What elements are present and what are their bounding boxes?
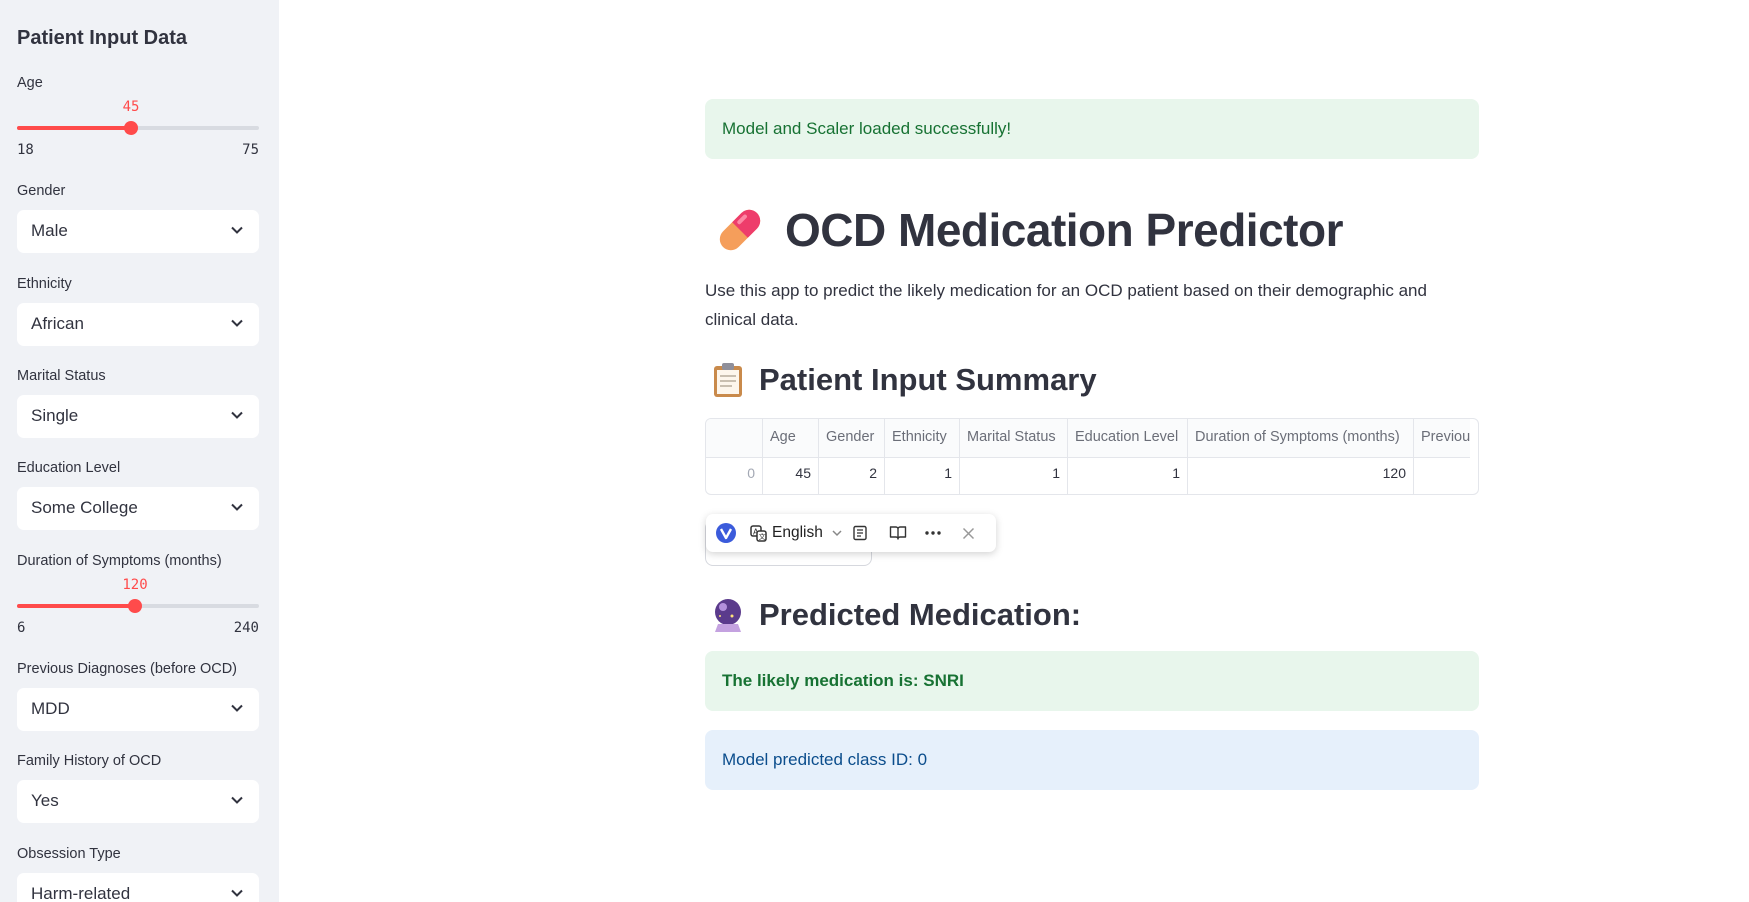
education-level-label: Education Level xyxy=(17,460,121,476)
age-slider-max: 75 xyxy=(242,142,259,158)
summary-heading: Patient Input Summary xyxy=(711,362,1097,398)
duration-label: Duration of Symptoms (months) xyxy=(17,553,222,569)
previous-diagnoses-label: Previous Diagnoses (before OCD) xyxy=(17,661,238,677)
family-history-label: Family History of OCD xyxy=(17,753,162,769)
marital-status-select[interactable]: Single xyxy=(17,395,259,438)
table-cell: 45 xyxy=(795,465,811,481)
table-header: Age xyxy=(770,429,796,445)
svg-text:文: 文 xyxy=(759,532,766,541)
education-level-value: Some College xyxy=(31,498,138,517)
age-slider[interactable]: 45 18 75 xyxy=(17,99,259,159)
table-cell: 1 xyxy=(1052,465,1060,481)
chevron-down-icon xyxy=(231,704,243,712)
book-icon[interactable] xyxy=(889,514,907,552)
row-index: 0 xyxy=(747,465,755,481)
class-id-alert: Model predicted class ID: 0 xyxy=(705,730,1479,790)
sidebar: Patient Input Data Age 45 18 75 Gender M… xyxy=(0,0,279,902)
chevron-down-icon xyxy=(231,319,243,327)
chevron-down-icon xyxy=(231,796,243,804)
pill-icon xyxy=(719,209,761,251)
duration-slider[interactable]: 120 6 240 xyxy=(17,577,259,637)
page-title-text: OCD Medication Predictor xyxy=(785,204,1343,256)
prediction-heading: Predicted Medication: xyxy=(711,597,1081,633)
duration-slider-fill xyxy=(17,604,135,608)
previous-diagnoses-value: MDD xyxy=(31,699,70,718)
duration-slider-max: 240 xyxy=(233,620,259,636)
gender-select[interactable]: Male xyxy=(17,210,259,253)
chevron-down-icon xyxy=(231,889,243,897)
chevron-down-icon xyxy=(231,411,243,419)
table-header: Duration of Symptoms (months) xyxy=(1195,429,1400,445)
language-selector[interactable]: A文 English xyxy=(750,514,843,552)
duration-slider-thumb[interactable] xyxy=(128,599,142,613)
duration-slider-value: 120 xyxy=(122,577,148,593)
summary-heading-text: Patient Input Summary xyxy=(759,362,1097,397)
load-success-alert: Model and Scaler loaded successfully! xyxy=(705,99,1479,159)
translator-logo-icon[interactable] xyxy=(715,514,737,552)
marital-status-value: Single xyxy=(31,406,79,425)
language-label: English xyxy=(772,524,823,541)
more-icon[interactable] xyxy=(925,514,941,552)
age-slider-thumb[interactable] xyxy=(124,121,138,135)
close-icon[interactable] xyxy=(962,514,975,552)
age-slider-min: 18 xyxy=(17,142,34,158)
table-cell: 120 xyxy=(1382,465,1406,481)
main-content: Model and Scaler loaded successfully! OC… xyxy=(279,0,1749,902)
sidebar-title: Patient Input Data xyxy=(17,27,188,49)
prediction-result-alert: The likely medication is: SNRI xyxy=(705,651,1479,711)
prediction-heading-text: Predicted Medication: xyxy=(759,597,1082,632)
obsession-type-select[interactable]: Harm-related xyxy=(17,873,259,902)
chevron-down-icon xyxy=(231,503,243,511)
table-header: Gender xyxy=(826,429,875,445)
ethnicity-value: African xyxy=(31,314,84,333)
marital-status-label: Marital Status xyxy=(17,368,106,384)
page-description: Use this app to predict the likely medic… xyxy=(705,281,1427,329)
table-header: Education Level xyxy=(1075,429,1179,445)
education-level-select[interactable]: Some College xyxy=(17,487,259,530)
table-cell: 1 xyxy=(1172,465,1180,481)
obsession-type-value: Harm-related xyxy=(31,884,131,902)
obsession-type-label: Obsession Type xyxy=(17,846,121,862)
ethnicity-label: Ethnicity xyxy=(17,276,72,292)
table-header: Ethnicity xyxy=(892,429,947,445)
clipboard-icon xyxy=(714,363,742,397)
table-header: Previous xyxy=(1421,429,1470,445)
chevron-down-icon xyxy=(832,530,842,537)
previous-diagnoses-select[interactable]: MDD xyxy=(17,688,259,731)
family-history-select[interactable]: Yes xyxy=(17,780,259,823)
translate-toolbar[interactable]: A文 English xyxy=(706,514,996,552)
gender-value: Male xyxy=(31,221,68,240)
age-label: Age xyxy=(17,75,43,91)
table-header: Marital Status xyxy=(967,429,1056,445)
duration-slider-min: 6 xyxy=(17,620,26,636)
age-slider-value: 45 xyxy=(122,99,140,115)
gender-label: Gender xyxy=(17,183,66,199)
chevron-down-icon xyxy=(231,226,243,234)
age-slider-fill xyxy=(17,126,131,130)
page-icon[interactable] xyxy=(852,514,868,552)
table-cell: 1 xyxy=(944,465,952,481)
table-cell: 2 xyxy=(869,465,877,481)
page-title: OCD Medication Predictor xyxy=(713,200,1343,260)
input-summary-table[interactable]: 0 Age 45 Gender 2 Ethnicity 1 Marital St… xyxy=(705,418,1479,495)
crystal-ball-icon xyxy=(715,599,741,632)
translate-icon: A文 xyxy=(750,524,767,542)
ethnicity-select[interactable]: African xyxy=(17,303,259,346)
family-history-value: Yes xyxy=(31,791,59,810)
